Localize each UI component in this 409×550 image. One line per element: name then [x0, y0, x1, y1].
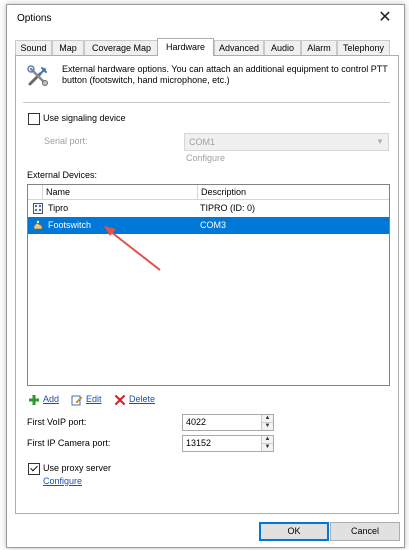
delete-icon [115, 394, 125, 405]
spin-down-icon[interactable]: ▼ [262, 423, 273, 430]
use-proxy-label[interactable]: Use proxy server [43, 463, 111, 473]
delete-label: Delete [129, 394, 156, 404]
voip-port-value: 4022 [186, 417, 207, 427]
add-button[interactable]: Add [28, 392, 59, 406]
use-signaling-checkbox[interactable] [28, 113, 40, 125]
camera-port-label: First IP Camera port: [27, 438, 111, 448]
device-description: TIPRO (ID: 0) [200, 203, 256, 213]
chevron-down-icon: ▼ [376, 137, 384, 146]
voip-port-stepper[interactable]: 4022 ▲ ▼ [182, 414, 274, 431]
tab-coverage-map[interactable]: Coverage Map [84, 40, 159, 55]
tools-icon [27, 65, 48, 86]
spin-up-icon[interactable]: ▲ [262, 415, 273, 423]
options-dialog: Options ✕ Sound Map Coverage Map Hardwar… [6, 4, 405, 548]
external-devices-label: External Devices: [27, 170, 98, 180]
column-name[interactable]: Name [43, 185, 198, 199]
tab-map[interactable]: Map [52, 40, 84, 55]
edit-icon [71, 395, 83, 406]
voip-port-spin-buttons: ▲ ▼ [261, 415, 273, 430]
edit-label: Edit [86, 394, 102, 404]
add-label: Add [43, 394, 60, 404]
external-devices-table[interactable]: Name Description Tipro TIPRO (ID: 0) Foo… [27, 184, 390, 386]
tab-advanced[interactable]: Advanced [214, 40, 264, 55]
close-icon[interactable]: ✕ [372, 7, 398, 29]
title-bar: Options ✕ [7, 5, 404, 33]
header-description: External hardware options. You can attac… [62, 64, 388, 85]
window-title: Options [17, 13, 52, 24]
tab-sound[interactable]: Sound [15, 40, 52, 55]
table-header: Name Description [28, 185, 389, 200]
tab-hardware[interactable]: Hardware [157, 38, 214, 56]
plus-icon [29, 394, 39, 405]
hardware-panel: External hardware options. You can attac… [15, 55, 399, 514]
tab-audio[interactable]: Audio [264, 40, 301, 55]
device-name: Footswitch [48, 220, 92, 230]
footswitch-icon [33, 220, 43, 230]
edit-button[interactable]: Edit [71, 392, 102, 406]
voip-port-label: First VoIP port: [27, 417, 87, 427]
camera-port-spin-buttons: ▲ ▼ [261, 436, 273, 451]
delete-button[interactable]: Delete [114, 392, 155, 406]
header-icon-column [28, 185, 43, 199]
table-row[interactable]: Footswitch COM3 [28, 217, 389, 234]
serial-port-select[interactable]: COM1 ▼ [184, 133, 389, 151]
serial-port-value: COM1 [189, 137, 216, 147]
cancel-button[interactable]: Cancel [330, 522, 400, 541]
column-description[interactable]: Description [198, 185, 388, 199]
use-signaling-label[interactable]: Use signaling device [43, 113, 126, 123]
spin-down-icon[interactable]: ▼ [262, 444, 273, 451]
header-divider [23, 102, 390, 103]
tab-telephony[interactable]: Telephony [337, 40, 390, 55]
signaling-configure-link[interactable]: Configure [186, 153, 225, 163]
camera-port-stepper[interactable]: 13152 ▲ ▼ [182, 435, 274, 452]
use-proxy-checkbox[interactable] [28, 463, 40, 475]
device-description: COM3 [200, 220, 227, 230]
keypad-icon [33, 203, 43, 214]
proxy-configure-link[interactable]: Configure [43, 476, 82, 486]
tab-alarm[interactable]: Alarm [301, 40, 337, 55]
spin-up-icon[interactable]: ▲ [262, 436, 273, 444]
serial-port-label: Serial port: [44, 136, 88, 146]
ok-button[interactable]: OK [259, 522, 329, 541]
table-row[interactable]: Tipro TIPRO (ID: 0) [28, 200, 389, 217]
camera-port-value: 13152 [186, 438, 212, 448]
device-name: Tipro [48, 203, 69, 213]
